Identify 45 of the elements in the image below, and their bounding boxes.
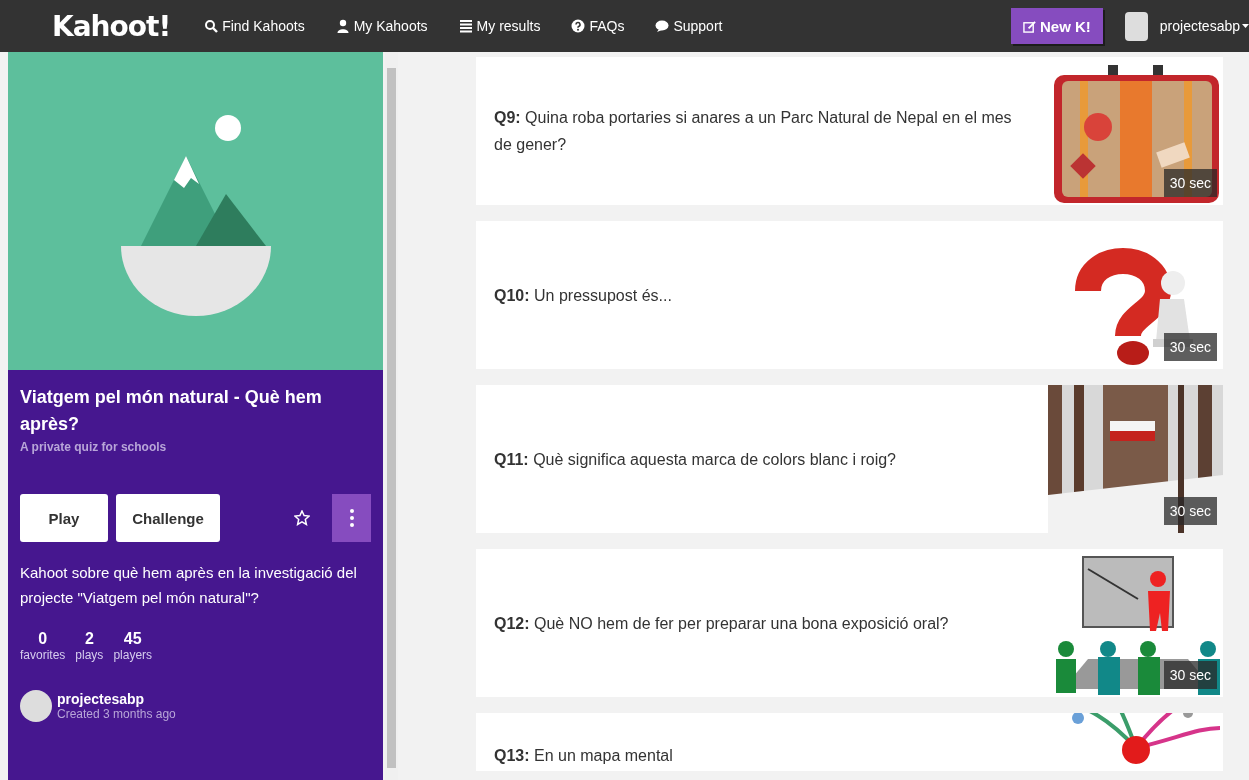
question-text: Q12: Què NO hem de fer per preparar una bona exposició oral?	[493, 613, 950, 634]
stat-label: favorites	[20, 648, 66, 662]
search-icon	[204, 19, 219, 33]
edit-icon	[1023, 19, 1036, 33]
stat-label: players	[113, 648, 153, 662]
nav-link[interactable]: Support	[655, 18, 723, 34]
kahoot-logo[interactable]: Kahoot!	[52, 9, 171, 43]
star-icon[interactable]	[294, 510, 310, 526]
time-badge: 30 sec	[1163, 497, 1217, 525]
more-icon	[349, 509, 354, 527]
user-avatar[interactable]	[1124, 11, 1148, 41]
question-text: Q10: Un pressupost és...	[493, 285, 673, 306]
user-icon	[335, 19, 350, 33]
author-name[interactable]: projectesabp	[57, 691, 176, 707]
question-text: Q11: Què significa aquesta marca de colors blanc i roig?	[493, 449, 897, 470]
nav-link[interactable]: My Kahoots	[335, 18, 428, 34]
new-kahoot-button[interactable]: New K!	[1011, 8, 1103, 44]
chat-icon	[655, 19, 670, 33]
question-card[interactable]: Q11: Què significa aquesta marca de colors blanc i roig? 30 sec	[476, 385, 1223, 533]
question-card[interactable]: Q12: Què NO hem de fer per preparar una bona exposició oral? 30 sec	[476, 549, 1223, 697]
caret-icon	[1242, 24, 1249, 28]
stat-value: 0	[38, 630, 48, 648]
kahoot-subtitle: A private quiz for schools	[20, 440, 168, 454]
question-icon	[571, 19, 586, 33]
question-text: Q13: En un mapa mental	[493, 746, 674, 766]
stat-label: plays	[75, 648, 104, 662]
scrollbar-thumb[interactable]	[387, 68, 396, 768]
list-icon	[458, 19, 473, 33]
created-date: Created 3 months ago	[57, 707, 176, 721]
author-avatar	[20, 690, 52, 722]
time-badge: 30 sec	[1163, 661, 1217, 689]
kahoot-title: Viatgem pel món natural - Què hem après?	[20, 386, 323, 436]
play-button[interactable]: Play	[20, 494, 108, 542]
time-badge: 30 sec	[1163, 333, 1217, 361]
nav-link[interactable]: Find Kahoots	[204, 18, 305, 34]
stat-value: 45	[123, 630, 142, 648]
stat-value: 2	[84, 630, 94, 648]
question-text: Q9: Quina roba portaries si anares a un Parc Natural de Nepal en el mes de gener?	[493, 108, 1013, 155]
user-menu[interactable]: projectesabp	[1159, 18, 1249, 34]
nav-link[interactable]: FAQs	[571, 18, 625, 34]
nav-link[interactable]: My results	[458, 18, 541, 34]
question-card[interactable]: Q13: En un mapa mental	[476, 713, 1223, 771]
time-badge: 30 sec	[1163, 169, 1217, 197]
kahoot-description: Kahoot sobre què hem après en la investigació del projecte "Viatgem pel món natural"?	[20, 563, 358, 608]
challenge-button[interactable]: Challenge	[116, 494, 220, 542]
